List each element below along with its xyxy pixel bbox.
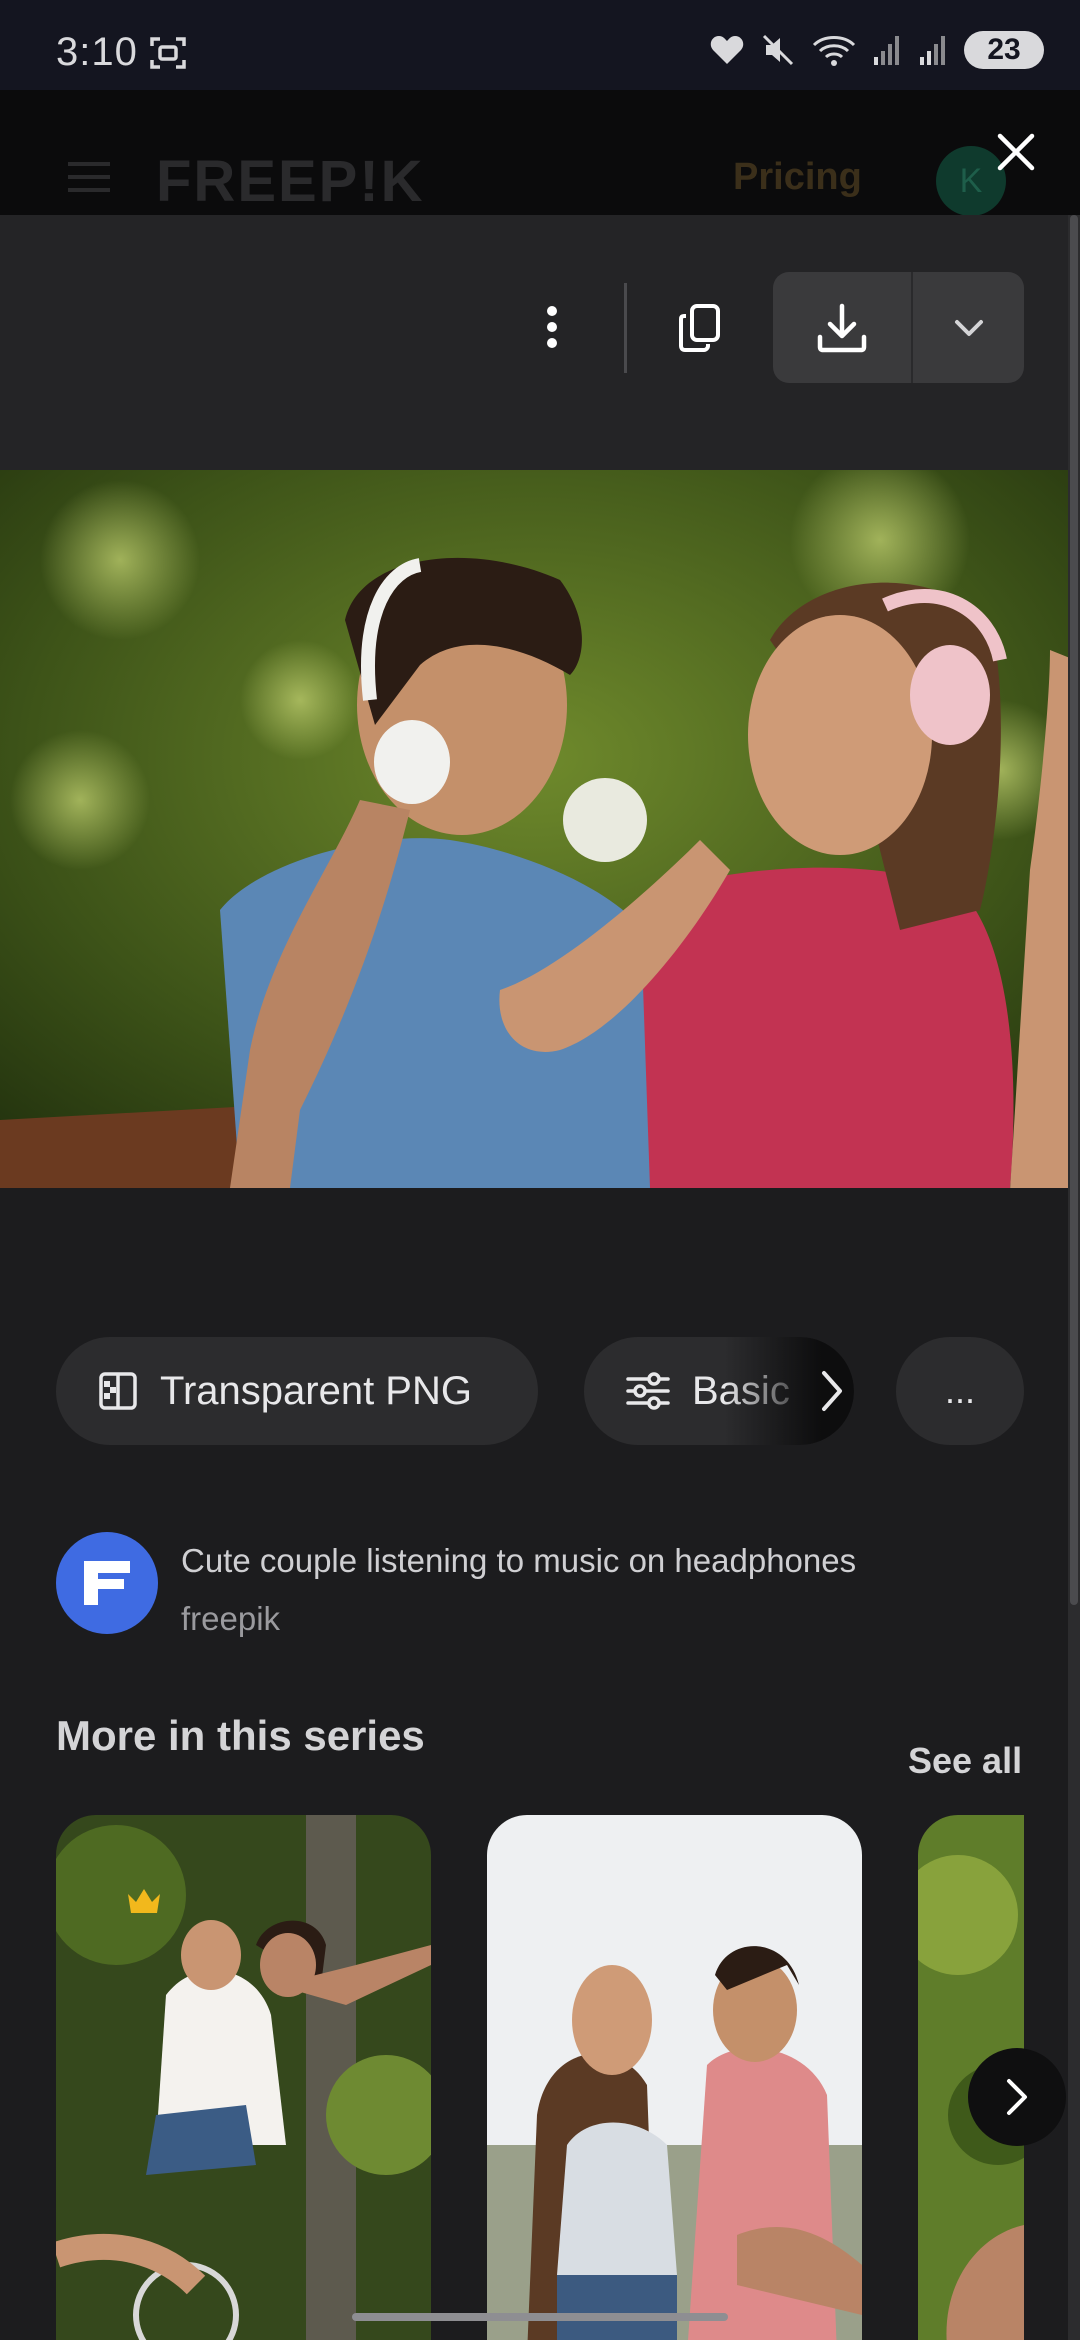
signal-icon <box>920 36 945 65</box>
battery-level: 23 <box>987 33 1021 66</box>
home-indicator[interactable] <box>352 2313 728 2321</box>
status-time: 3:10 <box>56 30 138 74</box>
download-button[interactable] <box>773 272 911 383</box>
download-options-dropdown[interactable] <box>913 272 1024 383</box>
mute-icon <box>762 34 794 66</box>
status-icons: 23 <box>710 30 1044 70</box>
scrollbar-thumb[interactable] <box>1070 215 1078 1605</box>
signal-icon <box>874 36 899 65</box>
pricing-link: Pricing <box>733 156 862 198</box>
more-chips-button[interactable]: ... <box>896 1337 1024 1445</box>
heart-icon <box>710 36 744 64</box>
asset-title: Cute couple listening to music on headph… <box>181 1542 857 1579</box>
basic-adjust-chip[interactable]: Basic <box>584 1337 854 1445</box>
transparent-png-icon <box>99 1372 137 1410</box>
freepik-logo-icon <box>84 1561 130 1605</box>
premium-crown-icon <box>128 1889 160 1913</box>
avatar-initial: K <box>959 161 983 200</box>
download-button-group <box>773 272 1024 383</box>
chevron-down-icon <box>954 319 983 336</box>
author-name[interactable]: freepik <box>181 1600 280 1638</box>
chevron-right-icon <box>822 1371 842 1411</box>
screenshot-icon <box>150 37 186 69</box>
series-thumbnail[interactable] <box>56 1815 431 2340</box>
toolbar-divider <box>624 283 627 373</box>
freepik-logo: FREEP!K <box>156 149 425 214</box>
author-avatar[interactable] <box>56 1532 158 1634</box>
status-bar: 3:10 23 <box>0 0 1080 90</box>
sliders-icon <box>626 1372 670 1410</box>
main-photo <box>0 470 1068 1188</box>
chevron-right-icon <box>1007 2079 1027 2115</box>
wifi-icon <box>812 36 856 66</box>
hamburger-icon <box>68 162 110 192</box>
close-button[interactable] <box>990 126 1042 178</box>
see-all-link[interactable]: See all <box>908 1740 1022 1782</box>
series-heading: More in this series <box>56 1712 425 1759</box>
series-next-button[interactable] <box>968 2048 1066 2146</box>
more-chips-label: ... <box>944 1370 975 1411</box>
more-options-button[interactable] <box>530 295 574 359</box>
copy-button[interactable] <box>672 296 728 360</box>
transparent-png-chip[interactable]: Transparent PNG <box>56 1337 538 1445</box>
battery-icon: 23 <box>964 31 1044 69</box>
more-vert-icon <box>547 306 557 348</box>
series-thumbnail[interactable] <box>487 1815 862 2340</box>
transparent-png-label: Transparent PNG <box>160 1368 472 1413</box>
download-icon <box>817 303 867 352</box>
copy-icon <box>679 304 720 352</box>
